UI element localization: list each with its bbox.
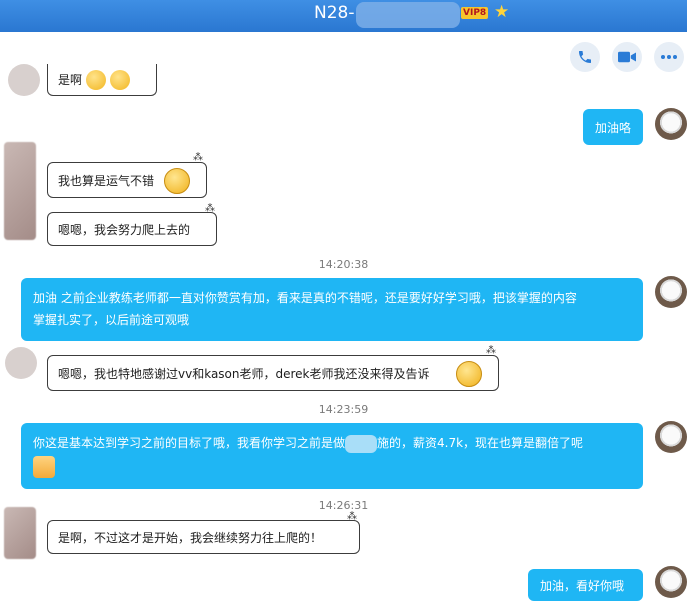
contact-avatar[interactable] [4,142,36,240]
self-avatar[interactable] [655,108,687,140]
sticker-balloon-icon: ⁂ [193,152,203,163]
contact-avatar[interactable] [4,507,36,559]
voice-call-button[interactable] [570,42,600,72]
message-text: 是啊，不过这才是开始，我会继续努力往上爬的！ [58,530,323,545]
outgoing-message: 加油，看好你哦 [528,569,643,601]
message-text: 我也算是运气不错 [58,173,155,188]
shy-emoji-icon [164,168,190,194]
message-text: 加油咯 [595,120,632,135]
shy-emoji-icon [456,361,482,387]
video-icon [618,51,636,63]
sticker-balloon-icon: ⁂ [347,511,357,522]
self-avatar[interactable] [655,566,687,598]
message-text: 是啊 [58,73,83,87]
title-bar: N28- VIP8 ★ [0,0,687,32]
more-options-button[interactable] [654,42,684,72]
phone-icon [579,51,591,63]
message-text: 嗯嗯，我也特地感谢过vv和kason老师，derek老师我还没来得及告诉 [58,366,430,381]
outgoing-message: 加油咯 [583,109,643,145]
incoming-message: 嗯嗯，我会努力爬上去的 [47,212,217,246]
redacted-name [356,2,460,28]
redacted-text [345,434,378,453]
incoming-message: 嗯嗯，我也特地感谢过vv和kason老师，derek老师我还没来得及告诉 [47,355,499,391]
more-icon [661,55,677,59]
outgoing-message: 加油 之前企业教练老师都一直对你赞赏有加，看来是真的不错呢，还是要好好学习哦，把… [21,278,643,341]
message-text: 嗯嗯，我会努力爬上去的 [58,222,191,237]
timestamp: 14:20:38 [318,258,369,271]
sticker-balloon-icon: ⁂ [486,345,496,356]
message-line: 掌握扎实了，以后前途可观哦 [33,313,190,327]
timestamp: 14:23:59 [318,403,369,416]
star-icon: ★ [494,2,510,22]
message-line: 你这是基本达到学习之前的目标了哦，我看你学习之前是做 施的，薪资4.7k，现在也算… [33,432,631,454]
vip-badge: VIP8 [461,7,489,19]
outgoing-message: 你这是基本达到学习之前的目标了哦，我看你学习之前是做 施的，薪资4.7k，现在也算… [21,423,643,489]
incoming-message: 是啊，不过这才是开始，我会继续努力往上爬的！ [47,520,360,554]
timestamp: 14:26:31 [318,499,369,512]
sticker-balloon-icon: ⁂ [205,203,215,214]
self-avatar[interactable] [655,276,687,308]
message-line [33,454,631,478]
self-avatar[interactable] [655,421,687,453]
contact-avatar[interactable] [5,347,37,379]
emoji-icon [86,69,107,90]
thumbs-up-icon [33,455,55,478]
message-text: 你这是基本达到学习之前的目标了哦，我看你学习之前是做 [33,436,346,450]
message-text: 加油，看好你哦 [540,578,625,593]
message-text: 施的，薪资4.7k，现在也算是翻倍了呢 [377,436,584,450]
window-title: N28- [314,3,355,23]
emoji-icon [110,69,131,90]
video-call-button[interactable] [612,42,642,72]
incoming-message: 是啊 [47,64,157,96]
contact-avatar[interactable] [8,64,40,96]
message-line: 加油 之前企业教练老师都一直对你赞赏有加，看来是真的不错呢，还是要好好学习哦，把… [33,291,577,305]
